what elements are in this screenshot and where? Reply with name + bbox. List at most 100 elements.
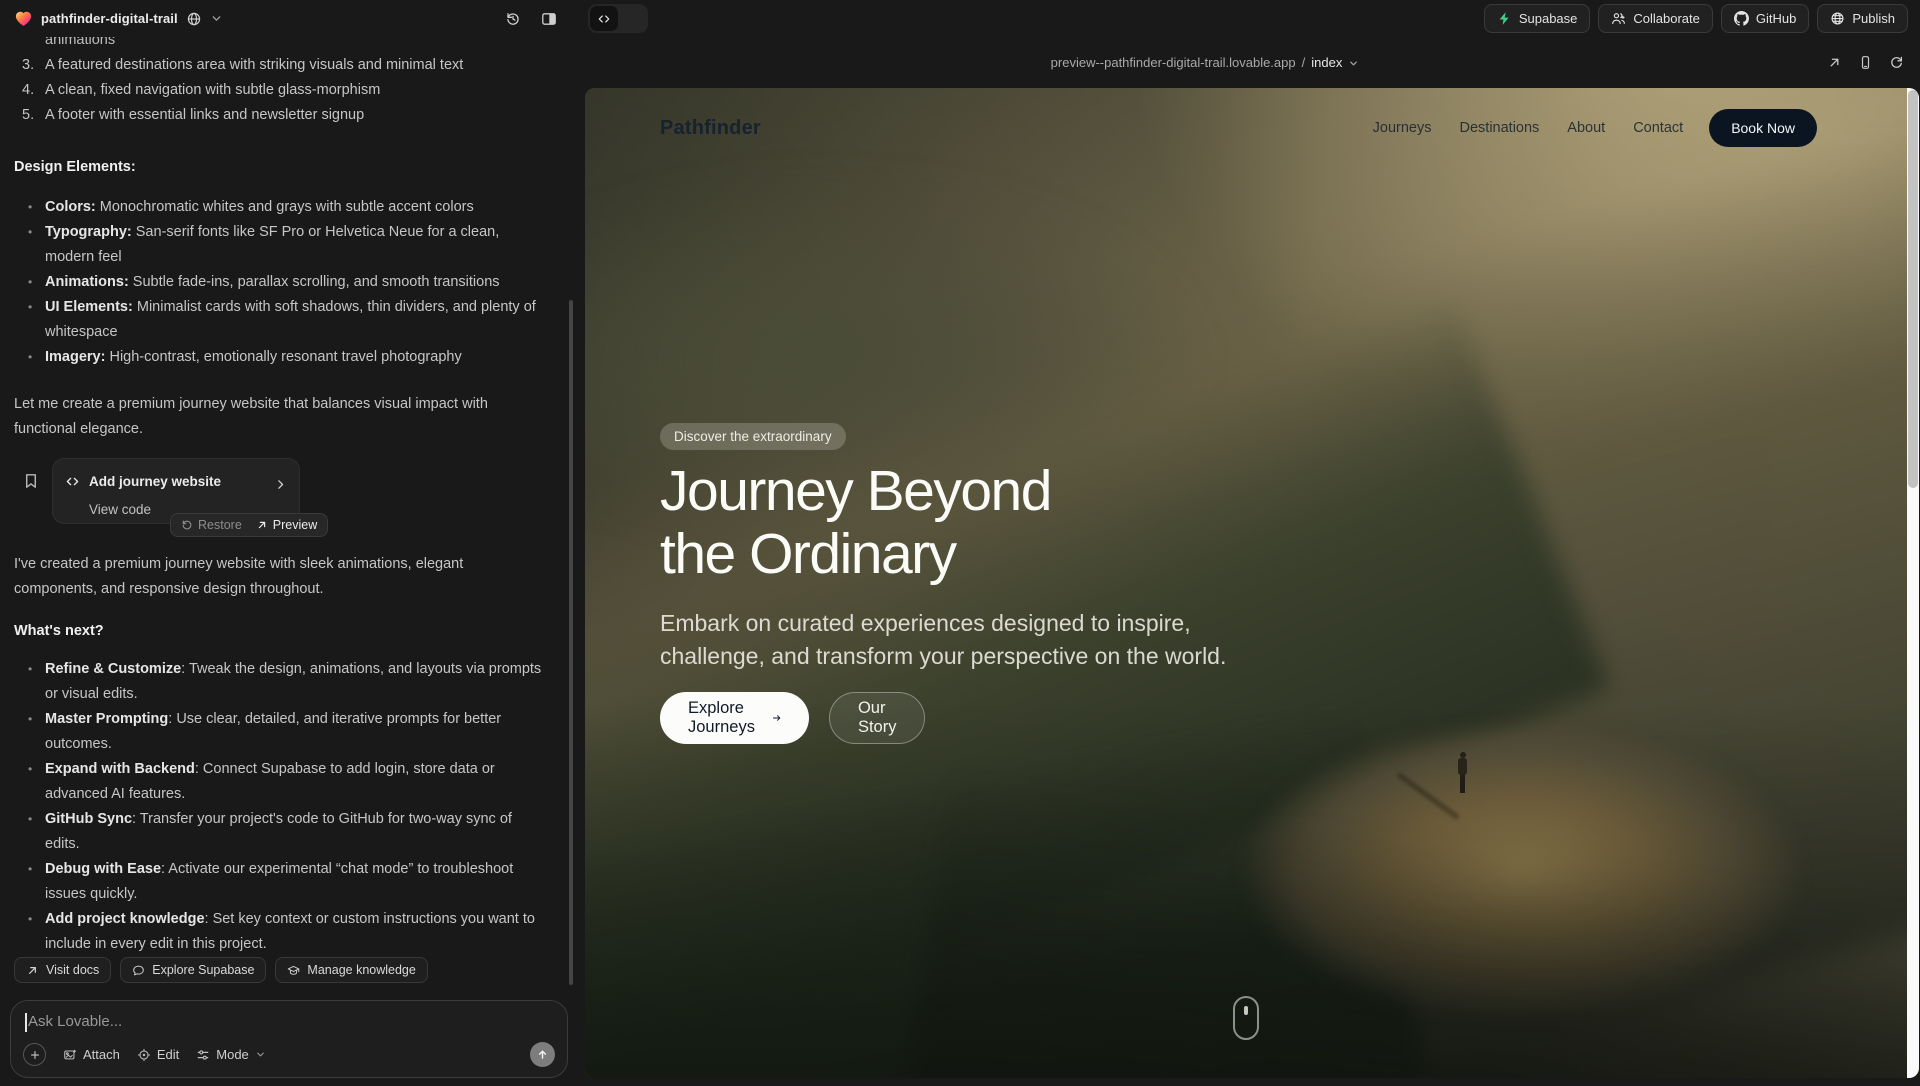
chevron-down-icon <box>255 1049 266 1060</box>
button-label: Visit docs <box>46 963 99 977</box>
bookmark-icon[interactable] <box>22 472 40 490</box>
supabase-button[interactable]: Supabase <box>1484 4 1591 33</box>
nav-link-about[interactable]: About <box>1567 120 1605 136</box>
book-now-button[interactable]: Book Now <box>1709 109 1817 147</box>
send-button[interactable] <box>530 1042 555 1067</box>
restore-icon <box>181 519 193 531</box>
arrow-right-icon <box>772 710 781 726</box>
topbar-actions: Supabase Collaborate GitHub Publish <box>1484 4 1908 33</box>
numbered-item: 4.A clean, fixed navigation with subtle … <box>14 78 550 103</box>
text-caret <box>25 1013 27 1032</box>
preview-button[interactable]: Preview <box>256 513 317 538</box>
code-icon <box>65 474 80 489</box>
code-preview-toggle[interactable] <box>588 4 648 33</box>
restore-preview-pill: Restore Preview <box>170 513 328 537</box>
next-bullet-list: Refine & Customize: Tweak the design, an… <box>14 657 550 957</box>
manage-knowledge-button[interactable]: Manage knowledge <box>275 957 427 983</box>
bullet-item: Animations: Subtle fade-ins, parallax sc… <box>14 270 550 295</box>
bullet-item: Add project knowledge: Set key context o… <box>14 907 550 957</box>
attach-button[interactable]: Attach <box>63 1047 120 1062</box>
panel-controls <box>505 0 557 37</box>
target-edit-icon <box>137 1048 151 1062</box>
explore-journeys-button[interactable]: Explore Journeys <box>660 692 809 744</box>
restore-button[interactable]: Restore <box>181 513 242 538</box>
site-logo[interactable]: Pathfinder <box>660 117 761 140</box>
history-icon[interactable] <box>505 11 521 27</box>
chat-scrollbar[interactable] <box>569 300 573 985</box>
mobile-device-icon[interactable] <box>1858 55 1873 70</box>
bullet-item: Colors: Monochromatic whites and grays w… <box>14 195 550 220</box>
preview-controls <box>1827 37 1904 88</box>
bullet-item: Debug with Ease: Activate our experiment… <box>14 857 550 907</box>
result-paragraph: I've created a premium journey website w… <box>14 552 550 602</box>
visit-docs-button[interactable]: Visit docs <box>14 957 111 983</box>
refresh-icon[interactable] <box>1889 55 1904 70</box>
collaborate-button[interactable]: Collaborate <box>1598 4 1713 33</box>
scroll-indicator-icon <box>1233 996 1259 1040</box>
scrollbar-thumb[interactable] <box>1908 90 1918 488</box>
chevron-right-icon <box>274 475 287 488</box>
add-button[interactable] <box>23 1043 46 1066</box>
bullet-item: Master Prompting: Use clear, detailed, a… <box>14 707 550 757</box>
chat-footer-buttons: Visit docs Explore Supabase Manage knowled… <box>14 957 428 983</box>
image-attach-icon <box>63 1048 77 1062</box>
publish-globe-icon <box>1830 11 1845 26</box>
lead-paragraph: Let me create a premium journey website … <box>14 392 550 442</box>
preview-url-bar: preview--pathfinder-digital-trail.lovabl… <box>578 37 1920 88</box>
nav-link-destinations[interactable]: Destinations <box>1460 120 1540 136</box>
hero-paragraph: Embark on curated experiences designed t… <box>660 607 1260 673</box>
explore-supabase-button[interactable]: Explore Supabase <box>120 957 266 983</box>
hero-badge: Discover the extraordinary <box>660 423 846 450</box>
button-label: Manage knowledge <box>307 963 415 977</box>
publish-button[interactable]: Publish <box>1817 4 1908 33</box>
nav-link-contact[interactable]: Contact <box>1633 120 1683 136</box>
project-menu[interactable]: pathfinder-digital-trail <box>14 0 223 37</box>
github-button[interactable]: GitHub <box>1721 4 1809 33</box>
button-label: Collaborate <box>1633 11 1700 26</box>
button-label: Publish <box>1852 11 1895 26</box>
hero-buttons: Explore Journeys Our Story <box>660 692 925 744</box>
ask-toolbar: Attach Edit Mode <box>23 1042 555 1067</box>
ask-input[interactable]: Ask Lovable... <box>25 1013 553 1030</box>
preview-pane: preview--pathfinder-digital-trail.lovabl… <box>578 37 1920 1086</box>
chat-bubble-icon <box>132 964 145 977</box>
numbered-item: 5.A footer with essential links and news… <box>14 103 550 128</box>
github-icon <box>1734 11 1749 26</box>
sliders-icon <box>196 1048 210 1062</box>
clipped-text-line: animations <box>14 37 550 53</box>
mode-button[interactable]: Mode <box>196 1047 266 1062</box>
button-label: Explore Supabase <box>152 963 254 977</box>
chevron-down-icon <box>1348 57 1359 68</box>
top-bar: pathfinder-digital-trail Supabase Collabo… <box>0 0 1920 37</box>
design-elements-heading: Design Elements: <box>14 155 550 180</box>
our-story-button[interactable]: Our Story <box>829 692 926 744</box>
site-scrollbar[interactable] <box>1907 88 1919 1078</box>
bullet-item: GitHub Sync: Transfer your project's cod… <box>14 807 550 857</box>
bullet-item: UI Elements: Minimalist cards with soft … <box>14 295 550 345</box>
chevron-down-icon <box>210 12 223 25</box>
numbered-item: 3.A featured destinations area with stri… <box>14 53 550 78</box>
preview-url[interactable]: preview--pathfinder-digital-trail.lovabl… <box>1051 55 1360 70</box>
project-visibility-globe-icon <box>186 11 202 27</box>
button-label: Supabase <box>1519 11 1578 26</box>
chat-messages[interactable]: animations 3.A featured destinations are… <box>0 37 570 957</box>
code-icon[interactable] <box>590 6 618 31</box>
sidebar-panel-icon[interactable] <box>541 11 557 27</box>
nav-link-journeys[interactable]: Journeys <box>1373 120 1432 136</box>
design-bullet-list: Colors: Monochromatic whites and grays w… <box>14 195 550 370</box>
site-nav: Pathfinder Journeys Destinations About Cont… <box>585 88 1907 168</box>
project-name: pathfinder-digital-trail <box>41 11 178 26</box>
chat-panel: animations 3.A featured destinations are… <box>0 37 578 1086</box>
site-preview-frame[interactable]: Pathfinder Journeys Destinations About Cont… <box>585 88 1919 1078</box>
edit-button[interactable]: Edit <box>137 1047 179 1062</box>
numbered-list: 3.A featured destinations area with stri… <box>14 53 550 128</box>
bullet-item: Typography: San-serif fonts like SF Pro … <box>14 220 550 270</box>
bullet-item: Expand with Backend: Connect Supabase to… <box>14 757 550 807</box>
open-external-icon[interactable] <box>1827 55 1842 70</box>
preview-toggle-segment[interactable] <box>618 6 646 31</box>
hero-heading: Journey Beyond the Ordinary <box>660 460 1051 586</box>
ask-input-box[interactable]: Ask Lovable... Attach Edit <box>10 1000 568 1078</box>
lovable-app: pathfinder-digital-trail Supabase Collabo… <box>0 0 1920 1086</box>
lovable-heart-logo <box>14 9 33 28</box>
graduation-cap-icon <box>287 964 300 977</box>
